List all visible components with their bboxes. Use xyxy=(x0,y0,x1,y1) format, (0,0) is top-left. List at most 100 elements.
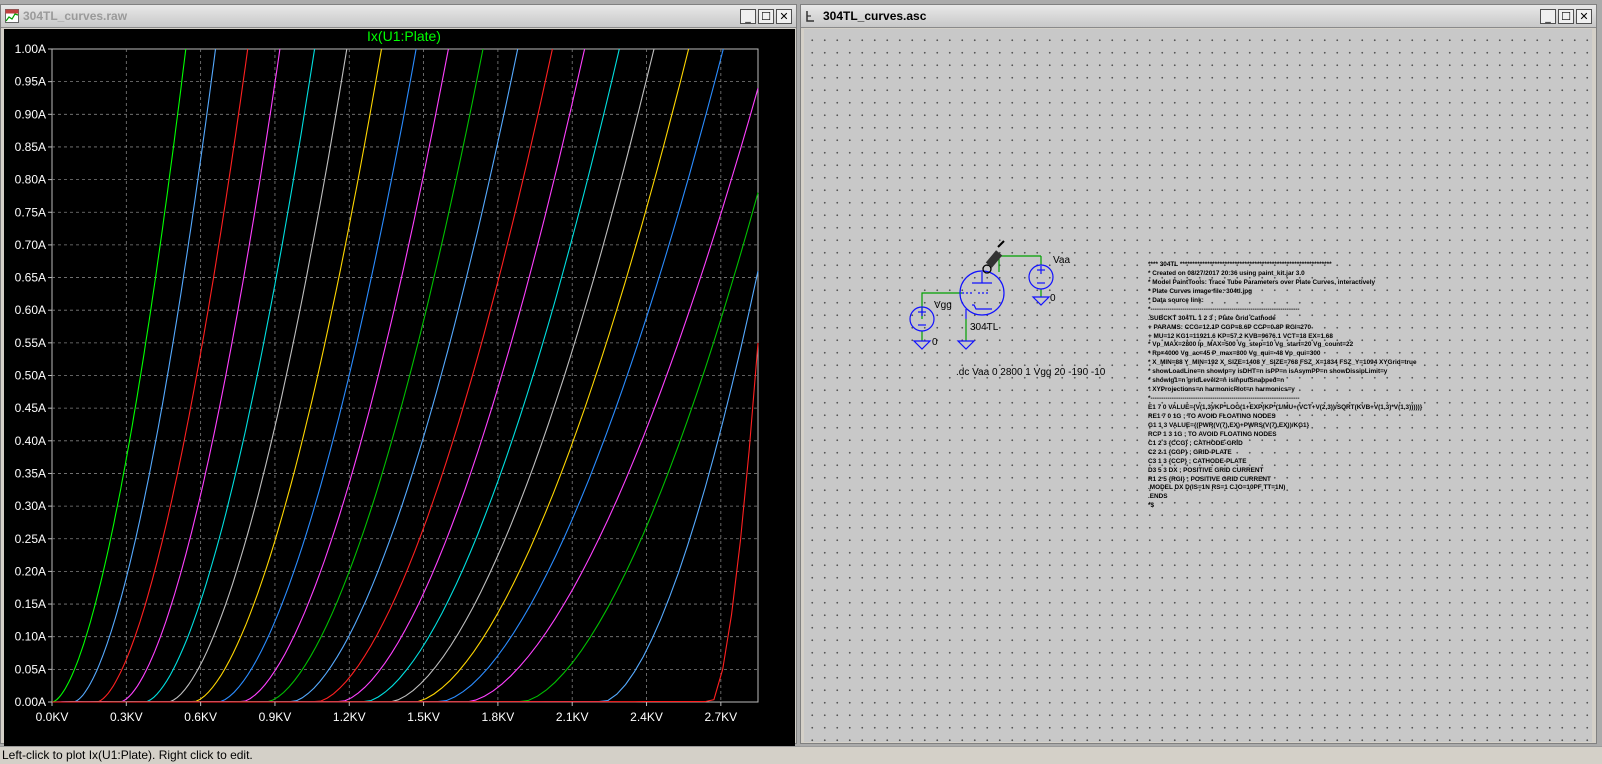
x-tick-label: 0.9KV xyxy=(259,710,292,724)
y-tick-label: 0.80A xyxy=(15,173,46,187)
y-tick-label: 0.65A xyxy=(15,271,46,285)
netlist-line: RCP 1 3 1G ; TO AVOID FLOATING NODES xyxy=(1148,430,1277,438)
tube-label[interactable]: 304TL xyxy=(970,322,999,333)
maximize-button[interactable]: ☐ xyxy=(1558,8,1574,24)
trace-line[interactable] xyxy=(52,48,519,703)
netlist-line: * Data source link: xyxy=(1148,296,1206,304)
y-tick-label: 0.10A xyxy=(15,630,46,644)
netlist-line: R1 2 5 {RGI} ; POSITIVE GRID CURRENT xyxy=(1148,475,1271,483)
netlist-line: * showIg1=n gridLevel2=n isInputSnapped=… xyxy=(1148,377,1285,385)
y-tick-label: 0.90A xyxy=(15,107,46,121)
x-tick-label: 1.8KV xyxy=(482,710,515,724)
netlist-line: G1 1 3 VALUE={(PWR(V(7),EX)+PWRS(V(7),EX… xyxy=(1148,421,1310,429)
plot-grid xyxy=(51,48,759,703)
y-tick-label: 0.35A xyxy=(15,466,46,480)
netlist-line: C1 2 3 {CCG} ; CATHODE-GRID xyxy=(1148,439,1243,447)
minimize-button[interactable]: _ xyxy=(1540,8,1556,24)
waveform-titlebar[interactable]: 304TL_curves.raw _ ☐ ✕ xyxy=(1,5,796,28)
netlist-line: E1 7 0 VALUE={V(1,3)/KP*LOG(1+EXP(KP*(1/… xyxy=(1148,404,1423,411)
trace-line[interactable] xyxy=(52,270,759,703)
netlist-line: *$ xyxy=(1148,502,1155,510)
y-tick-label: 0.60A xyxy=(15,303,46,317)
ground-icon xyxy=(912,340,932,350)
y-tick-label: 0.15A xyxy=(15,597,46,611)
x-tick-label: 1.5KV xyxy=(407,710,440,724)
y-tick-label: 0.50A xyxy=(15,369,46,383)
y-tick-label: 0.95A xyxy=(15,75,46,89)
netlist-line: + PARAMS: CCG=12.1P CGP=8.6P CCP=0.8P RG… xyxy=(1148,323,1312,331)
y-tick-label: 0.40A xyxy=(15,434,46,448)
netlist-line: * X_MIN=88 Y_MIN=192 X_SIZE=1408 Y_SIZE=… xyxy=(1148,359,1417,367)
y-tick-label: 0.25A xyxy=(15,532,46,546)
y-tick-label: 0.05A xyxy=(15,662,46,676)
netlist-line: *---------------------------------------… xyxy=(1148,305,1300,313)
x-tick-label: 2.7KV xyxy=(704,710,737,724)
netlist-line: * XYProjections=n harmonicPlot=n harmoni… xyxy=(1148,386,1295,394)
y-tick-label: 1.00A xyxy=(15,42,46,56)
minimize-button[interactable]: _ xyxy=(740,8,756,24)
y-tick-label: 0.30A xyxy=(15,499,46,513)
x-axis-ticks: 0.0KV 0.3KV 0.6KV 0.9KV 1.2KV 1.5KV 1.8KV 2.1KV… xyxy=(36,702,737,724)
netlist-line: .SUBCKT 304TL 1 2 3 ; Plate Grid Cathode xyxy=(1148,314,1276,322)
x-tick-label: 0.6KV xyxy=(184,710,217,724)
status-bar: Left-click to plot Ix(U1:Plate). Right c… xyxy=(0,746,1602,764)
trace-line[interactable] xyxy=(52,342,759,703)
y-tick-label: 0.70A xyxy=(15,238,46,252)
plot-pane[interactable]: 1.00A 0.95A 0.90A 0.85A 0.80A 0.75A 0.70A 0.65A… xyxy=(4,28,795,748)
subckt-netlist[interactable]: **** 304TL *****************************… xyxy=(1148,261,1422,511)
x-tick-label: 0.0KV xyxy=(36,710,69,724)
vgg-source[interactable] xyxy=(909,306,935,350)
waveform-file-icon xyxy=(5,9,19,23)
plate-curves-plot[interactable]: 1.00A 0.95A 0.90A 0.85A 0.80A 0.75A 0.70A 0.65A… xyxy=(4,28,795,748)
netlist-line: .MODEL DX D(IS=1N RS=1 CJO=10PF TT=1N) xyxy=(1148,484,1286,492)
close-button[interactable]: ✕ xyxy=(776,8,792,24)
ground-icon xyxy=(956,340,976,350)
y-tick-label: 0.85A xyxy=(15,140,46,154)
tube-304tl[interactable] xyxy=(959,270,1005,319)
probe-cursor-icon xyxy=(982,240,1005,274)
ground-icon xyxy=(1031,296,1051,306)
netlist-line: C3 1 3 {CCP} ; CATHODE-PLATE xyxy=(1148,457,1247,465)
schematic-window-title: 304TL_curves.asc xyxy=(823,9,927,23)
netlist-line: *---------------------------------------… xyxy=(1148,395,1300,403)
netlist-line: C2 2 1 {CGP} ; GRID-PLATE xyxy=(1148,448,1232,456)
close-button[interactable]: ✕ xyxy=(1576,8,1592,24)
y-tick-label: 0.45A xyxy=(15,401,46,415)
dc-directive[interactable]: .dc Vaa 0 2800 1 Vgg 20 -190 -10 xyxy=(956,367,1106,378)
netlist-line: * Plate Curves image file: 304tl.jpg xyxy=(1148,287,1253,295)
vgg-ground-label: 0 xyxy=(932,337,938,348)
netlist-line: * Model PaintTools: Trace Tube Parameter… xyxy=(1148,278,1376,286)
vgg-label[interactable]: Vgg xyxy=(934,300,952,311)
netlist-line: * Created on 08/27/2017 20:36 using pain… xyxy=(1148,269,1305,277)
waveform-window[interactable]: 304TL_curves.raw _ ☐ ✕ 1.00A 0.95A 0.90A 0.… xyxy=(0,4,797,748)
x-tick-label: 0.3KV xyxy=(110,710,143,724)
netlist-line: * Rp=4000 Vg_ac=45 P_max=300 Vg_qui=-48 … xyxy=(1148,350,1321,358)
maximize-button[interactable]: ☐ xyxy=(758,8,774,24)
schematic-file-icon xyxy=(806,11,814,22)
x-tick-label: 2.1KV xyxy=(556,710,589,724)
netlist-line: * Vp_MAX=2800 Ip_MAX=500 Vg_step=10 Vg_s… xyxy=(1148,341,1354,349)
y-axis-ticks: 1.00A 0.95A 0.90A 0.85A 0.80A 0.75A 0.70A 0.65A… xyxy=(15,42,52,709)
y-tick-label: 0.75A xyxy=(15,205,46,219)
netlist-line: + MU=12 KG1=11921.6 KP=57.2 KVB=9676.1 V… xyxy=(1148,332,1333,340)
trace-label[interactable]: Ix(U1:Plate) xyxy=(367,28,441,44)
netlist-line: **** 304TL *****************************… xyxy=(1148,261,1332,268)
schematic-window[interactable]: 304TL_curves.asc _ ☐ ✕ Vaa 0 Vgg 0 304TL… xyxy=(800,4,1597,744)
wire-plate-vaa[interactable] xyxy=(998,255,1041,272)
x-tick-label: 2.4KV xyxy=(630,710,663,724)
waveform-window-title: 304TL_curves.raw xyxy=(23,9,128,23)
trace-line[interactable] xyxy=(52,192,759,703)
vaa-label[interactable]: Vaa xyxy=(1053,255,1070,266)
netlist-line: .ENDS xyxy=(1148,493,1168,501)
y-tick-label: 0.55A xyxy=(15,336,46,350)
vaa-ground-label: 0 xyxy=(1050,293,1056,304)
netlist-line: RE1 7 0 1G ; TO AVOID FLOATING NODES xyxy=(1148,412,1276,420)
schematic-titlebar[interactable]: 304TL_curves.asc _ ☐ ✕ xyxy=(801,5,1596,28)
y-tick-label: 0.20A xyxy=(15,564,46,578)
schematic-canvas[interactable]: Vaa 0 Vgg 0 304TL .dc Vaa 0 2800 1 Vgg 2… xyxy=(804,29,1592,742)
trace-line[interactable] xyxy=(52,48,553,703)
y-tick-label: 0.00A xyxy=(15,695,46,709)
netlist-line: D3 5 3 DX ; POSITIVE GRID CURRENT xyxy=(1148,466,1264,474)
netlist-line: * showLoadLine=n showIp=y isDHT=n isPP=n… xyxy=(1148,368,1388,376)
x-tick-label: 1.2KV xyxy=(333,710,366,724)
